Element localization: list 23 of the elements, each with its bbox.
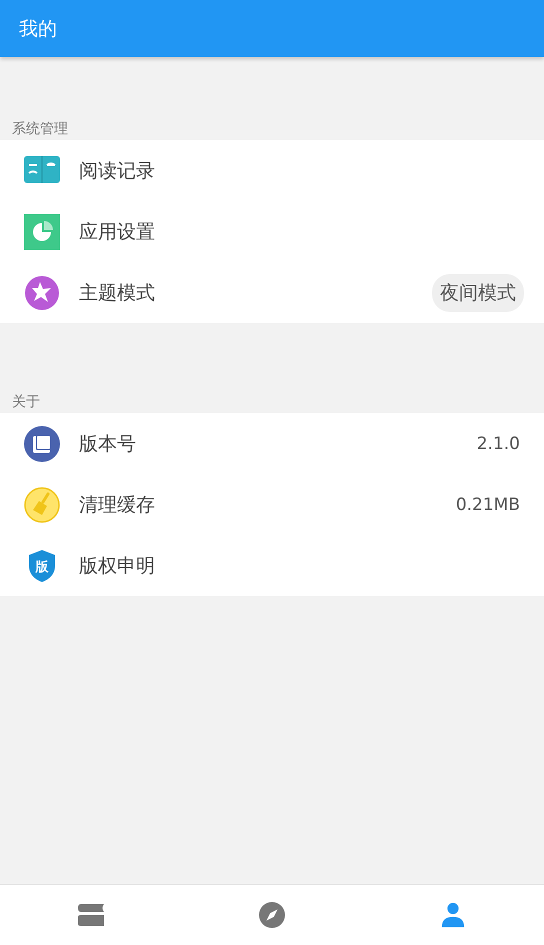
settings-item[interactable]: 版本号 2.1.0 <box>0 413 544 474</box>
settings-item[interactable]: 阅读记录 <box>0 140 544 201</box>
section-title: 系统管理 <box>11 120 69 139</box>
item-label: 清理缓存 <box>79 492 156 518</box>
compass-icon[interactable] <box>258 902 286 928</box>
item-label: 应用设置 <box>79 220 156 244</box>
item-label: 版权申明 <box>79 554 156 578</box>
copy-icon <box>24 426 60 462</box>
broom-icon <box>24 486 60 522</box>
item-label: 版本号 <box>79 432 137 456</box>
settings-item[interactable]: 主题模式 夜间模式 <box>0 262 544 323</box>
section-title: 关于 <box>11 393 41 412</box>
item-label: 主题模式 <box>79 280 156 306</box>
mode-chip[interactable]: 夜间模式 <box>432 274 524 312</box>
item-label: 阅读记录 <box>79 158 156 184</box>
settings-item[interactable]: 清理缓存 0.21MB <box>0 474 544 535</box>
settings-item[interactable]: 版 版权申明 <box>0 535 544 596</box>
page-title: 我的 <box>19 16 57 42</box>
item-value: 2.1.0 <box>476 434 520 454</box>
item-value: 0.21MB <box>456 494 520 514</box>
books-icon[interactable] <box>76 902 105 928</box>
pie-chart-icon <box>24 214 60 250</box>
settings-item[interactable]: 应用设置 <box>0 201 544 262</box>
